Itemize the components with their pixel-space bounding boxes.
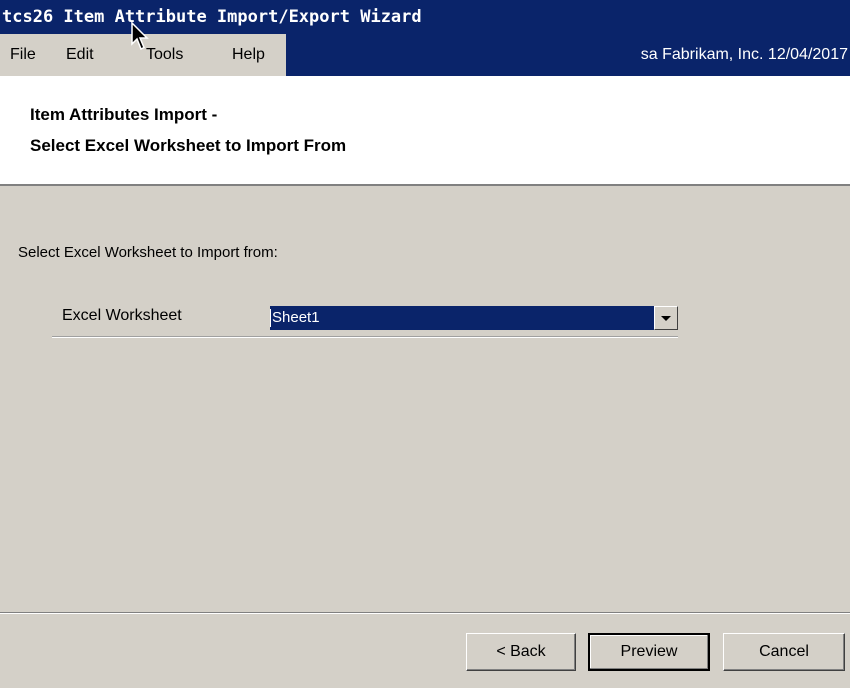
preview-button[interactable]: Preview [588, 633, 710, 671]
wizard-header-panel: Item Attributes Import - Select Excel Wo… [0, 76, 850, 186]
field-underline [52, 336, 678, 338]
dropdown-arrow-icon [661, 316, 671, 321]
dropdown-button[interactable] [654, 306, 678, 330]
wizard-step-title: Item Attributes Import - [30, 105, 218, 124]
button-separator [0, 612, 850, 614]
excel-worksheet-label: Excel Worksheet [62, 307, 182, 324]
user-company-date-status: sa Fabrikam, Inc. 12/04/2017 [640, 46, 848, 63]
menu-file[interactable]: File [10, 34, 36, 76]
cancel-button[interactable]: Cancel [723, 633, 845, 671]
wizard-step-subtitle: Select Excel Worksheet to Import From [30, 136, 347, 155]
instruction-text: Select Excel Worksheet to Import from: [18, 244, 278, 261]
excel-worksheet-value: Sheet1 [272, 309, 320, 326]
excel-worksheet-dropdown[interactable]: Sheet1 [270, 306, 678, 330]
text-caret [270, 309, 271, 327]
window-title-bar[interactable]: tcs26 Item Attribute Import/Export Wizar… [0, 0, 850, 34]
wizard-window: tcs26 Item Attribute Import/Export Wizar… [0, 0, 850, 688]
menu-help[interactable]: Help [232, 34, 265, 76]
menu-bar: File Edit Tools Help sa Fabrikam, Inc. 1… [0, 34, 850, 76]
window-title: tcs26 Item Attribute Import/Export Wizar… [2, 7, 422, 27]
back-button[interactable]: < Back [466, 633, 576, 671]
menu-edit[interactable]: Edit [66, 34, 94, 76]
mouse-pointer-icon [131, 22, 149, 51]
